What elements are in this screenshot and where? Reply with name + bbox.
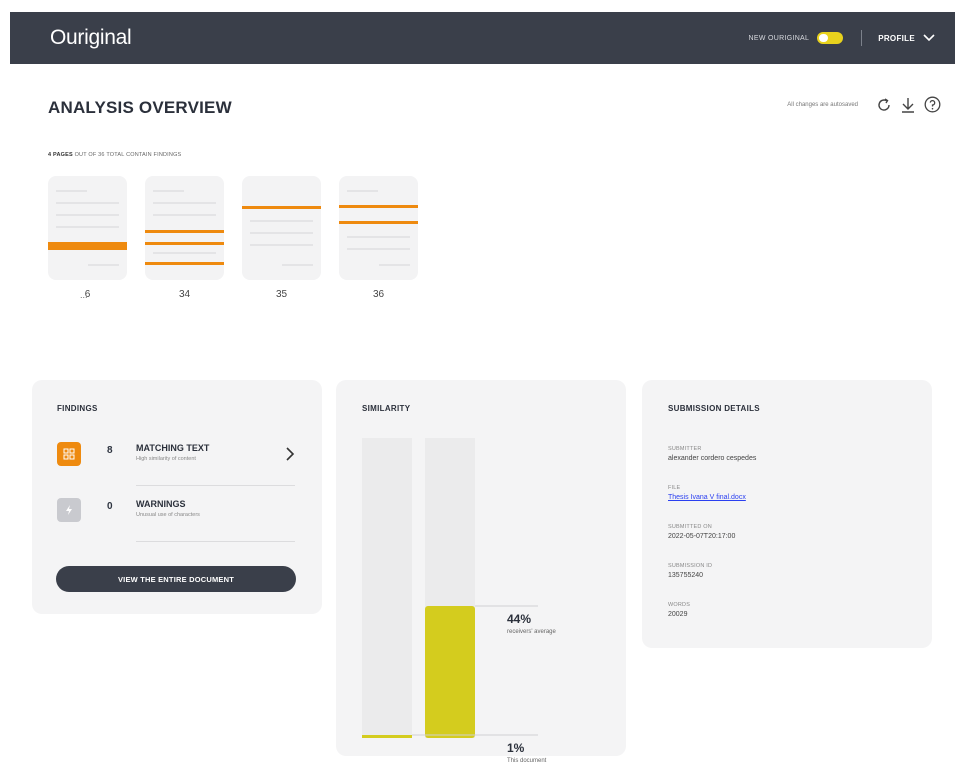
toggle-knob <box>819 34 829 42</box>
words-label: WORDS <box>668 602 691 608</box>
row-divider <box>136 485 295 486</box>
page-number: 34 <box>178 289 191 300</box>
findings-card: FINDINGS 8 MATCHING TEXT High similarity… <box>32 380 322 614</box>
download-icon[interactable] <box>900 97 916 113</box>
submission-id-field: SUBMISSION ID 135755240 <box>668 563 712 579</box>
page-preview <box>48 176 127 280</box>
submission-details-title: SUBMISSION DETAILS <box>668 404 760 413</box>
finding-highlight <box>145 242 224 245</box>
warning-icon <box>57 498 81 522</box>
similarity-chart <box>362 438 538 738</box>
this-document-percent: 1% <box>507 741 525 755</box>
warnings-label: WARNINGS <box>136 499 186 509</box>
autosave-status: All changes are autosaved <box>787 101 858 108</box>
profile-label: PROFILE <box>878 33 915 43</box>
similarity-card: SIMILARITY 44% receivers' average 1% Thi… <box>336 380 626 764</box>
this-document-caption: This document <box>507 758 547 764</box>
receivers-average-bar <box>425 606 475 738</box>
submitted-on-value: 2022-05-07T20:17:00 <box>668 533 736 540</box>
page-number: 36 <box>372 289 385 300</box>
pages-with-findings-count: 4 PAGES <box>48 152 73 158</box>
page-thumbnail[interactable]: 35 <box>242 176 321 300</box>
page-title: ANALYSIS OVERVIEW <box>48 98 232 117</box>
finding-highlight <box>339 221 418 224</box>
page-number: 35 <box>275 289 288 300</box>
receivers-average-caption: receivers' average <box>507 629 556 635</box>
row-divider <box>136 541 295 542</box>
receivers-average-percent: 44% <box>507 612 532 626</box>
submission-id-label: SUBMISSION ID <box>668 563 713 569</box>
topbar-controls: NEW OURIGINAL PROFILE <box>749 30 935 46</box>
file-label: FILE <box>668 485 681 491</box>
submitter-label: SUBMITTER <box>668 446 702 452</box>
page-preview <box>339 176 418 280</box>
this-document-bar <box>362 735 412 738</box>
finding-highlight <box>145 262 224 265</box>
topbar-divider <box>861 30 863 46</box>
words-value: 20029 <box>668 611 688 618</box>
view-entire-document-button[interactable]: VIEW THE ENTIRE DOCUMENT <box>56 566 296 592</box>
submitted-on-field: SUBMITTED ON 2022-05-07T20:17:00 <box>668 524 735 540</box>
header-tools: All changes are autosaved <box>787 96 941 113</box>
new-ouriginal-toggle[interactable] <box>817 32 844 44</box>
warnings-row[interactable]: 0 WARNINGS Unusual use of characters <box>57 498 295 542</box>
finding-highlight <box>339 205 418 208</box>
pages-summary: 4 PAGES OUT OF 36 TOTAL CONTAIN FINDINGS <box>48 152 181 158</box>
warnings-count: 0 <box>107 501 113 512</box>
submitter-value: alexander cordero cespedes <box>668 455 757 462</box>
matching-text-label: MATCHING TEXT <box>136 443 210 453</box>
finding-highlight <box>48 242 127 250</box>
submission-id-value: 135755240 <box>668 572 704 579</box>
page-thumbnail[interactable]: 36 <box>339 176 418 300</box>
submission-details-card: SUBMISSION DETAILS SUBMITTER alexander c… <box>642 380 932 648</box>
profile-menu[interactable]: PROFILE <box>878 34 935 43</box>
finding-highlight <box>242 206 321 209</box>
submitted-on-label: SUBMITTED ON <box>668 524 712 530</box>
words-field: WORDS 20029 <box>668 602 690 618</box>
page-preview <box>242 176 321 280</box>
page-thumbnails: 6 34 35 36 <box>48 176 436 300</box>
new-ouriginal-label: NEW OURIGINAL <box>748 34 810 42</box>
refresh-icon[interactable] <box>876 97 892 113</box>
matching-text-row[interactable]: 8 MATCHING TEXT High similarity of conte… <box>57 442 295 486</box>
findings-title: FINDINGS <box>57 404 98 413</box>
file-link[interactable]: Thesis Ivana V final.docx <box>668 494 746 501</box>
finding-highlight <box>145 230 224 233</box>
matching-text-count: 8 <box>107 445 113 456</box>
matching-text-icon <box>57 442 81 466</box>
submitter-field: SUBMITTER alexander cordero cespedes <box>668 446 756 462</box>
file-field: FILE Thesis Ivana V final.docx <box>668 485 746 501</box>
warnings-description: Unusual use of characters <box>136 512 200 518</box>
this-document-bar-track <box>362 438 412 738</box>
matching-text-description: High similarity of content <box>136 456 196 462</box>
chevron-down-icon <box>923 34 935 42</box>
chevron-right-icon[interactable] <box>285 446 295 462</box>
page-thumbnail[interactable]: 34 <box>145 176 224 300</box>
help-icon[interactable] <box>924 96 941 113</box>
skipped-pages-ellipsis: ... <box>80 290 88 300</box>
page-preview <box>145 176 224 280</box>
pages-summary-text: OUT OF 36 TOTAL CONTAIN FINDINGS <box>72 152 182 158</box>
top-navigation-bar: Ouriginal NEW OURIGINAL PROFILE <box>10 12 955 64</box>
app-logo[interactable]: Ouriginal <box>50 26 132 50</box>
page-thumbnail[interactable]: 6 <box>48 176 127 300</box>
